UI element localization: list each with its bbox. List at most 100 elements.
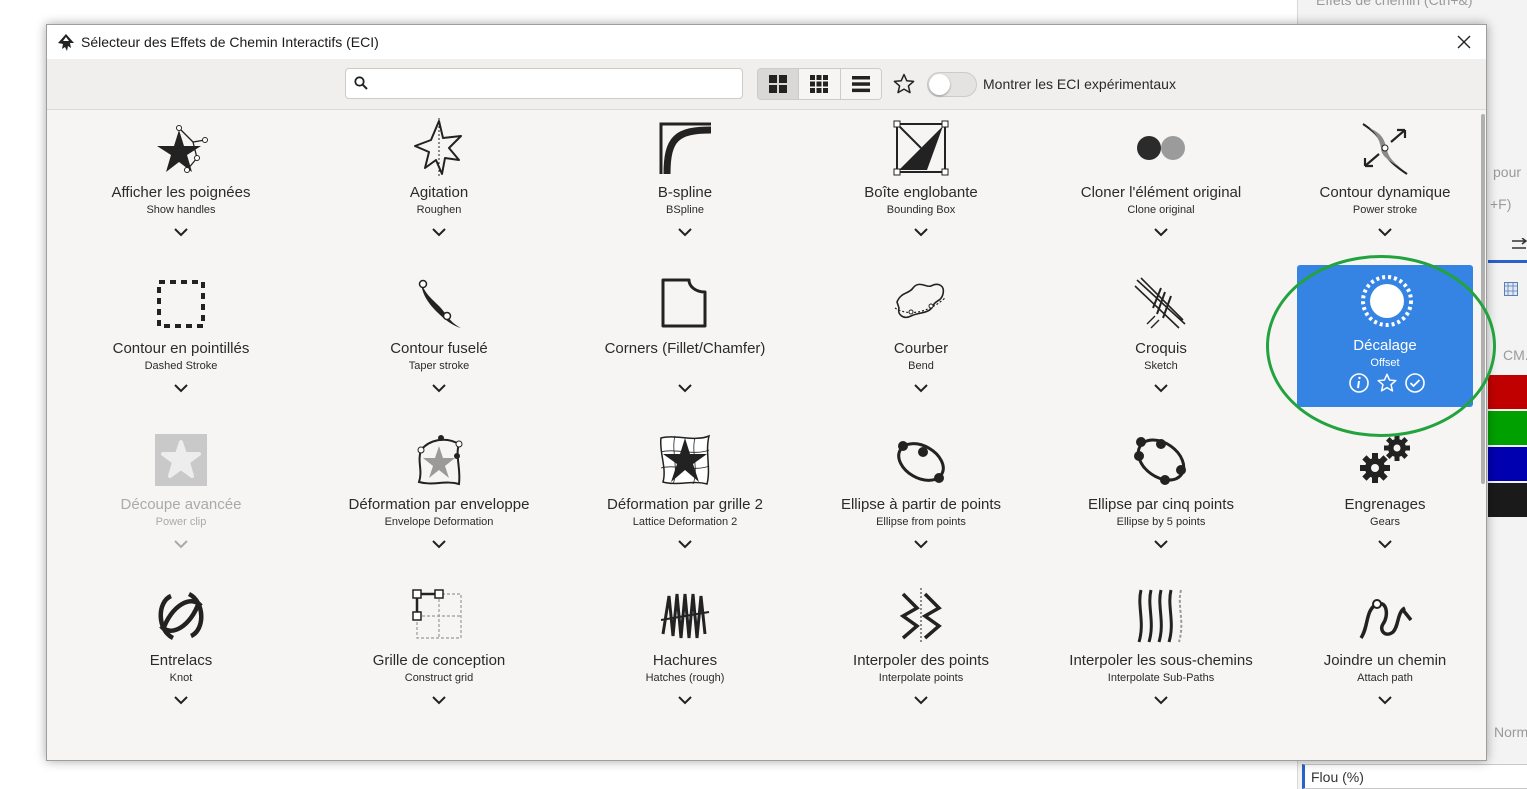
chevron-down-icon[interactable] (171, 381, 191, 395)
show-handles-icon (151, 118, 211, 178)
chevron-down-icon[interactable] (1375, 693, 1395, 707)
effect-tile-construct-grid[interactable]: Grille de conception Construct grid (349, 584, 529, 726)
info-icon[interactable] (1348, 372, 1370, 396)
effect-name: Ellipse par cinq points (1088, 496, 1234, 513)
effect-subtitle: Construct grid (404, 672, 474, 684)
chevron-down-icon[interactable] (1375, 225, 1395, 239)
view-large-grid-button[interactable] (758, 69, 800, 99)
bg-text-pour: pour (1493, 164, 1522, 180)
effect-tile-roughen[interactable]: Agitation Roughen (349, 116, 529, 258)
effect-name: Déformation par grille 2 (607, 496, 763, 513)
check-circle-icon[interactable] (1404, 372, 1426, 396)
effect-tile-gears[interactable]: Engrenages Gears (1295, 428, 1475, 570)
scrollbar[interactable] (1481, 114, 1485, 484)
effect-name: Contour fuselé (390, 340, 488, 357)
effect-tile-knot[interactable]: Entrelacs Knot (91, 584, 271, 726)
chevron-down-icon[interactable] (675, 225, 695, 239)
effect-tile-dashed-stroke[interactable]: Contour en pointillés Dashed Stroke (91, 272, 271, 414)
bg-swatch-green[interactable] (1488, 411, 1527, 445)
chevron-down-icon[interactable] (1375, 537, 1395, 551)
chevron-down-icon[interactable] (171, 693, 191, 707)
power-clip-icon (151, 430, 211, 490)
chevron-down-icon[interactable] (675, 381, 695, 395)
effect-tile-envelope[interactable]: Déformation par enveloppe Envelope Deform… (349, 428, 529, 570)
chevron-down-icon[interactable] (675, 537, 695, 551)
effect-tile-power-clip[interactable]: Découpe avancée Power clip (91, 428, 271, 570)
effect-tile-offset[interactable]: Décalage Offset (1297, 265, 1473, 407)
experimental-label: Montrer les ECI expérimentaux (983, 76, 1176, 92)
effect-name: Déformation par enveloppe (348, 496, 530, 513)
effect-subtitle: Envelope Deformation (384, 516, 494, 528)
effect-tile-power-stroke[interactable]: Contour dynamique Power stroke (1295, 116, 1475, 258)
effect-tile-bounding-box[interactable]: Boîte englobante Bounding Box (831, 116, 1011, 258)
favorites-filter-button[interactable] (890, 70, 918, 98)
chevron-down-icon[interactable] (171, 537, 191, 551)
blur-label: Flou (%) (1311, 769, 1364, 785)
chevron-down-icon[interactable] (429, 381, 449, 395)
effect-name: Ellipse à partir de points (840, 496, 1002, 513)
chevron-down-icon[interactable] (429, 537, 449, 551)
effect-tile-show-handles[interactable]: Afficher les poignées Show handles (91, 116, 271, 258)
close-button[interactable] (1442, 25, 1486, 59)
chevron-down-icon[interactable] (911, 381, 931, 395)
effect-tile-clone-original[interactable]: Cloner l'élément original Clone original (1071, 116, 1251, 258)
bg-panel-title: Effets de chemin (Ctrl+&) (1316, 0, 1473, 8)
bg-swatch-blue[interactable] (1488, 447, 1527, 481)
close-icon (1457, 35, 1471, 49)
effect-subtitle: Power clip (155, 516, 207, 528)
effect-tile-attach-path[interactable]: Joindre un chemin Attach path (1295, 584, 1475, 726)
chevron-down-icon[interactable] (675, 693, 695, 707)
inkscape-logo-icon (58, 34, 74, 51)
chevron-down-icon[interactable] (1151, 381, 1171, 395)
title-bar: Sélecteur des Effets de Chemin Interacti… (47, 25, 1486, 59)
search-icon (354, 76, 368, 90)
list-icon (851, 76, 870, 93)
chevron-down-icon[interactable] (429, 225, 449, 239)
star-icon[interactable] (1376, 372, 1398, 396)
effect-tile-ellipse-five[interactable]: Ellipse par cinq points Ellipse by 5 poin… (1071, 428, 1251, 570)
chevron-down-icon[interactable] (911, 693, 931, 707)
bg-text-shortcut: +F) (1490, 196, 1512, 212)
effect-tile-bspline[interactable]: B-spline BSpline (595, 116, 775, 258)
chevron-down-icon[interactable] (911, 537, 931, 551)
effect-tile-hatches[interactable]: Hachures Hatches (rough) (595, 584, 775, 726)
effect-subtitle: Taper stroke (408, 360, 470, 372)
interpolate-subpaths-icon (1131, 586, 1191, 646)
bg-tab[interactable] (1488, 230, 1527, 263)
effect-tile-interpolate-points[interactable]: Interpoler des points Interpolate points (831, 584, 1011, 726)
chevron-down-icon[interactable] (429, 693, 449, 707)
view-list-button[interactable] (840, 69, 881, 99)
search-input[interactable] (376, 72, 740, 97)
bg-swatch-red[interactable] (1488, 375, 1527, 409)
effect-name: Hachures (652, 652, 718, 669)
bg-swatch-dark[interactable] (1488, 483, 1527, 517)
effect-tile-lattice[interactable]: Déformation par grille 2 Lattice Deformat… (595, 428, 775, 570)
offset-icon (1357, 271, 1417, 331)
knot-icon (151, 586, 211, 646)
chevron-down-icon[interactable] (171, 225, 191, 239)
effect-tile-interpolate-subpaths[interactable]: Interpoler les sous-chemins Interpolate S… (1069, 584, 1253, 726)
effect-name: Interpoler des points (853, 652, 989, 669)
effect-subtitle: Interpolate points (878, 672, 964, 684)
effect-name: Découpe avancée (120, 496, 242, 513)
experimental-toggle[interactable] (927, 72, 977, 97)
view-small-grid-button[interactable] (799, 69, 841, 99)
effect-subtitle: Gears (1370, 516, 1400, 528)
effect-name: Agitation (409, 184, 469, 201)
effect-tile-sketch[interactable]: Croquis Sketch (1071, 272, 1251, 414)
effect-name: Boîte englobante (864, 184, 978, 201)
chevron-down-icon[interactable] (1151, 693, 1171, 707)
blur-field[interactable]: Flou (%) (1302, 764, 1527, 789)
bg-blend-mode[interactable]: Norm (1494, 724, 1527, 740)
chevron-down-icon[interactable] (1151, 225, 1171, 239)
effect-tile-bend[interactable]: Courber Bend (831, 272, 1011, 414)
chevron-down-icon[interactable] (1151, 537, 1171, 551)
envelope-icon (409, 430, 469, 490)
chevron-down-icon[interactable] (911, 225, 931, 239)
construct-grid-icon (409, 586, 469, 646)
effect-subtitle: BSpline (666, 204, 704, 216)
search-box[interactable] (345, 68, 743, 99)
effect-tile-taper-stroke[interactable]: Contour fuselé Taper stroke (349, 272, 529, 414)
effect-tile-ellipse-points[interactable]: Ellipse à partir de points Ellipse from p… (831, 428, 1011, 570)
effect-tile-corners[interactable]: Corners (Fillet/Chamfer) (595, 272, 775, 414)
